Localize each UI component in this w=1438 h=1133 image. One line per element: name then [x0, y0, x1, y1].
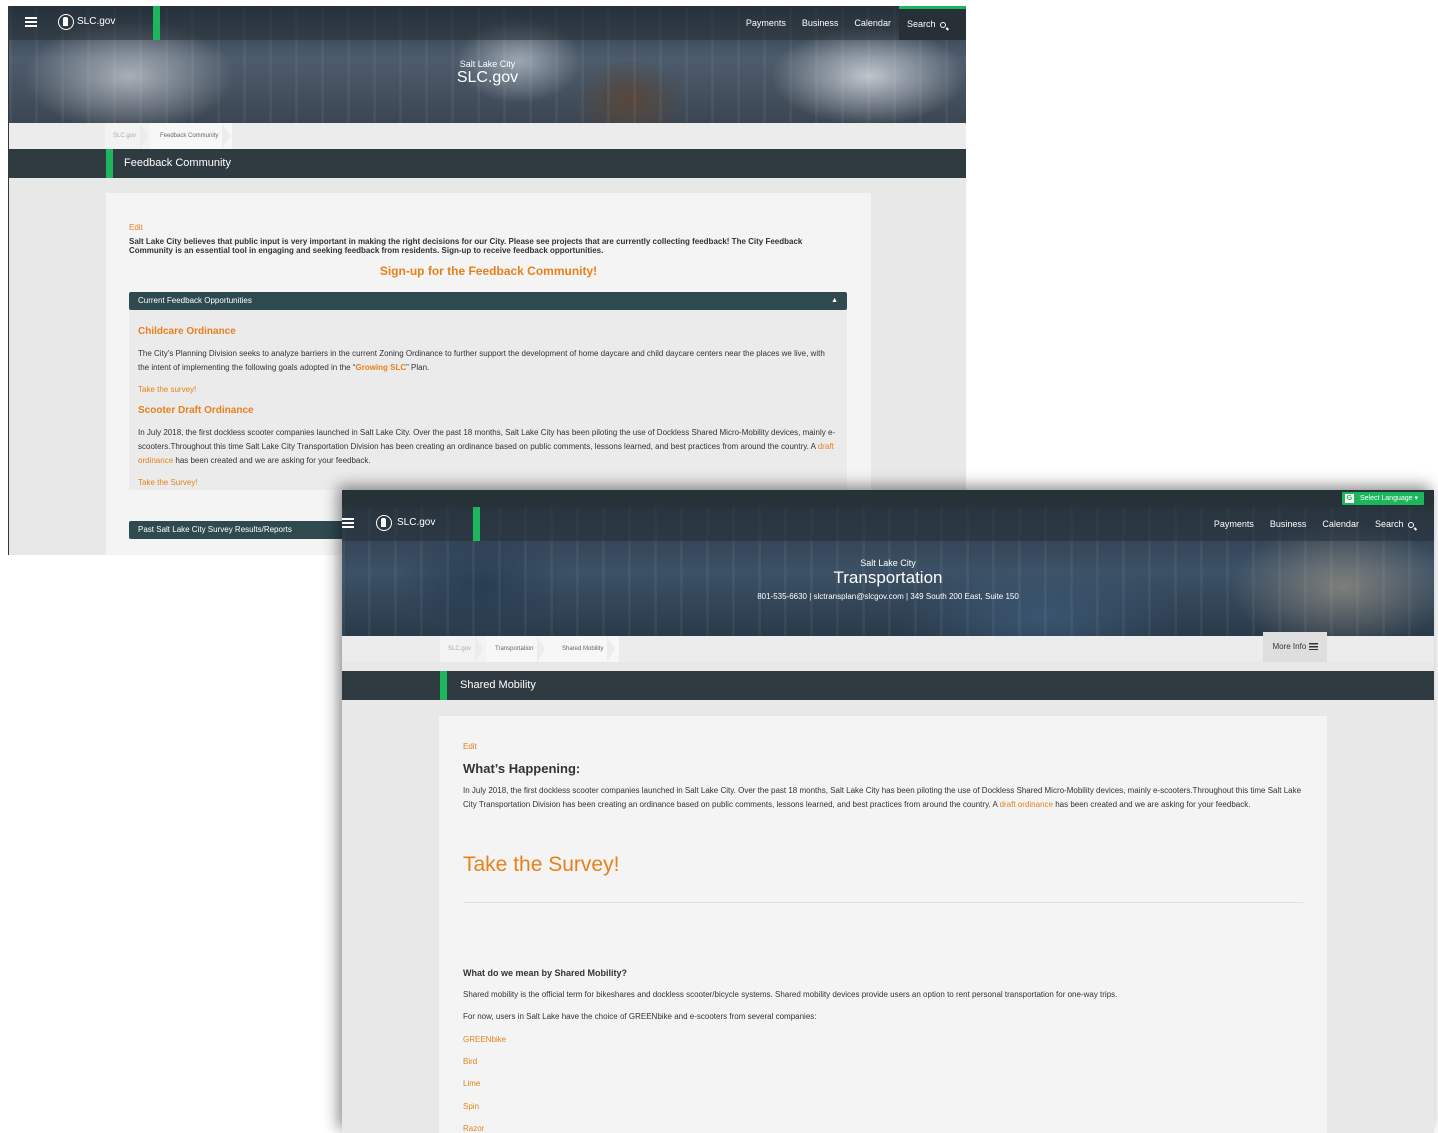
draft-ordinance-link[interactable]: draft ordinance: [1000, 800, 1053, 809]
site-title: Transportation: [833, 568, 943, 587]
breadcrumb-item-shared-mobility[interactable]: Shared Mobility: [562, 636, 616, 662]
childcare-survey-link[interactable]: Take the survey!: [138, 385, 196, 394]
green-accent-tab: [153, 6, 160, 40]
signup-link[interactable]: Sign-up for the Feedback Community!: [106, 264, 871, 278]
title-accent: [106, 149, 113, 178]
search-button[interactable]: Search: [898, 6, 966, 40]
hamburger-menu-icon[interactable]: [342, 518, 354, 528]
scooter-text: In July 2018, the first dockless scooter…: [138, 426, 838, 468]
scooter-survey-link[interactable]: Take the Survey!: [138, 478, 198, 487]
more-info-button[interactable]: More Info: [1263, 632, 1327, 662]
google-translate-icon: G: [1344, 494, 1354, 503]
breadcrumb: SLC.gov Transportation Shared Mobility M…: [342, 632, 1434, 662]
edit-link[interactable]: Edit: [129, 223, 143, 232]
accordion-body: Childcare Ordinance The City's Planning …: [129, 310, 847, 490]
select-language-button[interactable]: G Select Language ▾: [1341, 492, 1424, 505]
intro-text: Salt Lake City believes that public inpu…: [129, 237, 803, 256]
slc-logo-icon[interactable]: [376, 515, 392, 531]
childcare-text-b: ” Plan.: [406, 363, 430, 372]
childcare-text-a: The City's Planning Division seeks to an…: [138, 349, 825, 372]
page-title: Feedback Community: [124, 157, 231, 169]
page-title-bar: Feedback Community: [9, 149, 966, 178]
divider: [463, 902, 1303, 903]
top-navigation: SLC.gov Payments Business Calendar Searc…: [342, 507, 1434, 541]
search-icon: [940, 22, 946, 28]
content-panel: Edit What’s Happening: In July 2018, the…: [439, 716, 1327, 1133]
site-title: SLC.gov: [456, 69, 519, 86]
nav-links: Payments Business Calendar Search: [1206, 507, 1434, 541]
company-link-spin[interactable]: Spin: [463, 1102, 479, 1111]
green-accent-tab: [473, 507, 480, 541]
growing-slc-link[interactable]: Growing SLC: [355, 363, 406, 372]
scooter-heading: Scooter Draft Ordinance: [138, 405, 254, 416]
accordion-title: Past Salt Lake City Survey Results/Repor…: [138, 525, 292, 534]
language-bar: G Select Language ▾: [342, 490, 1434, 507]
company-link-razor[interactable]: Razor: [463, 1124, 484, 1133]
nav-calendar[interactable]: Calendar: [1314, 507, 1367, 541]
happening-text: In July 2018, the first dockless scooter…: [463, 784, 1303, 812]
nav-payments[interactable]: Payments: [1206, 507, 1262, 541]
nav-business[interactable]: Business: [1262, 507, 1315, 541]
nav-payments[interactable]: Payments: [738, 6, 794, 40]
childcare-heading: Childcare Ordinance: [138, 326, 236, 337]
site-subtitle: Salt Lake City: [860, 558, 916, 568]
collapse-caret-icon: ▲: [831, 297, 838, 304]
nav-business[interactable]: Business: [794, 6, 847, 40]
slc-logo-icon[interactable]: [58, 14, 74, 30]
title-accent: [440, 671, 447, 700]
search-icon: [1408, 522, 1414, 528]
more-info-label: More Info: [1272, 642, 1307, 651]
select-language-label: Select Language: [1359, 495, 1413, 502]
accordion-title: Current Feedback Opportunities: [138, 296, 252, 305]
search-label: Search: [1374, 519, 1404, 529]
nav-calendar[interactable]: Calendar: [846, 6, 899, 40]
site-contact: 801-535-6630 | slctransplan@slcgov.com |…: [757, 592, 1019, 601]
what-mean-heading: What do we mean by Shared Mobility?: [463, 968, 628, 978]
breadcrumb: SLC.gov Feedback Community: [9, 123, 966, 149]
scooter-text-a: In July 2018, the first dockless scooter…: [138, 428, 836, 451]
search-label: Search: [906, 19, 936, 29]
logo-text[interactable]: SLC.gov: [77, 16, 115, 27]
list-icon: [1308, 643, 1318, 650]
nav-links: Payments Business Calendar Search: [738, 6, 966, 40]
page-title: Shared Mobility: [460, 679, 536, 691]
take-survey-link[interactable]: Take the Survey!: [463, 853, 619, 877]
breadcrumb-item-home[interactable]: SLC.gov: [113, 123, 149, 149]
site-subtitle: Salt Lake City: [459, 59, 516, 69]
breadcrumb-item-feedback[interactable]: Feedback Community: [160, 123, 231, 149]
breadcrumb-item-transportation[interactable]: Transportation: [495, 636, 547, 662]
shared-mobility-window: G Select Language ▾ SLC.gov Payments Busi…: [342, 490, 1434, 1133]
accordion-current-opportunities[interactable]: Current Feedback Opportunities ▲: [129, 292, 847, 310]
company-link-greenbike[interactable]: GREENbike: [463, 1035, 506, 1044]
page-title-bar: Shared Mobility: [342, 671, 1434, 700]
hamburger-menu-icon[interactable]: [25, 17, 37, 27]
choice-text: For now, users in Salt Lake have the cho…: [463, 1012, 817, 1021]
logo-text[interactable]: SLC.gov: [397, 517, 435, 528]
scooter-text-b: has been created and we are asking for y…: [173, 456, 371, 465]
edit-link[interactable]: Edit: [463, 742, 477, 751]
feedback-community-window: SLC.gov Payments Business Calendar Searc…: [8, 6, 966, 555]
childcare-text: The City's Planning Division seeks to an…: [138, 347, 838, 375]
top-navigation: SLC.gov Payments Business Calendar Searc…: [9, 6, 966, 40]
company-link-lime[interactable]: Lime: [463, 1079, 480, 1088]
company-link-bird[interactable]: Bird: [463, 1057, 477, 1066]
breadcrumb-item-home[interactable]: SLC.gov: [448, 636, 484, 662]
whats-happening-heading: What’s Happening:: [463, 761, 581, 776]
happening-text-b: has been created and we are asking for y…: [1052, 800, 1251, 809]
search-button[interactable]: Search: [1367, 507, 1434, 541]
definition-text: Shared mobility is the official term for…: [463, 990, 1118, 999]
